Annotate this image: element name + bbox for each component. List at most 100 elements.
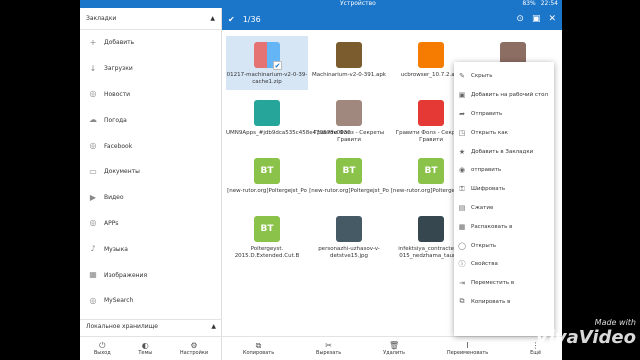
drawer-item-документы[interactable]: ▭ Документы (80, 159, 221, 185)
cut-icon: ✂ (325, 341, 332, 350)
collapse-icon[interactable]: ▲ (210, 15, 215, 22)
menu-item-extract[interactable]: ▦ Распаковать в (454, 217, 554, 236)
exit-icon: ⏻ (99, 341, 106, 350)
menu-item-label: Добавить на рабочий стол (471, 92, 549, 99)
bookmarks-header[interactable]: Закладки ▲ (80, 8, 221, 30)
torrent-icon: BT (254, 216, 280, 242)
check-icon[interactable]: ✔ (228, 15, 235, 24)
menu-item-open-as[interactable]: ◳ Открыть как (454, 123, 554, 142)
drawer-item-погода[interactable]: ☁ Погода (80, 107, 221, 133)
menu-item-send[interactable]: ➦ Отправить (454, 105, 554, 124)
checkbox[interactable]: ✔ (273, 61, 282, 70)
menu-item-hide[interactable]: ✎ Скрыть (454, 67, 554, 86)
drawer-item-facebook[interactable]: ◎ Facebook (80, 133, 221, 159)
file-name: Гравити Фолз - Секреты Гравити (313, 130, 385, 143)
drawer-item-label: Видео (104, 194, 124, 202)
file-item[interactable]: BT [new-rutor.org]Poltergejst_Po (226, 152, 308, 206)
archive-icon: ✔ (254, 42, 282, 70)
file-thumbnail (418, 42, 444, 68)
file-name: personazhi-uzhasov-v-detstve15.jpg (318, 246, 380, 259)
exit-button[interactable]: ⏻ Выход (94, 341, 111, 356)
drawer-item-label: Загрузки (104, 65, 133, 73)
open-as-icon: ◳ (458, 128, 466, 137)
menu-item-open[interactable]: ◯ Открыть (454, 236, 554, 255)
menu-item-label: Открыть (471, 242, 497, 249)
delete-button[interactable]: 🗑 Удалить (383, 341, 405, 356)
file-name: [new-rutor.org]Poltergejst_Po (227, 188, 307, 194)
watermark-brand: VivaVideo (535, 327, 636, 348)
drawer-bottom-label: Выход (93, 350, 111, 356)
theme-icon: ◐ (141, 341, 149, 350)
delete-icon: 🗑 (388, 341, 400, 350)
file-item[interactable]: Machinarium-v2-0-391.apk (308, 36, 390, 90)
selection-count: 1/36 (242, 14, 261, 24)
drawer-bottom-label: Темы (138, 350, 153, 356)
menu-item-bookmark[interactable]: ★ Добавить в Закладки (454, 142, 554, 161)
download-icon: ↓ (89, 63, 97, 73)
file-thumbnail (336, 100, 362, 126)
drawer-item-label: Погода (104, 116, 127, 124)
drawer-item-label: Facebook (104, 142, 133, 150)
drawer-item-музыка[interactable]: ♪ Музыка (80, 236, 221, 262)
encrypt-icon: ⚿ (459, 184, 465, 193)
images-icon: ▦ (89, 270, 97, 280)
drawer-item-изображения[interactable]: ▦ Изображения (80, 262, 221, 288)
drawer-item-загрузки[interactable]: ↓ Загрузки (80, 56, 221, 82)
drawer-item-mysearch[interactable]: ◎ MySearch (80, 288, 221, 314)
file-item[interactable]: UMN9Apps_#jdb9dca535c458e470578c0930 (226, 94, 351, 148)
menu-item-copy-to[interactable]: ⧉ Копировать в (454, 293, 554, 312)
action-label: Удалить (383, 350, 405, 356)
menu-item-encrypt[interactable]: ⚿ Шифровать (454, 180, 554, 199)
drawer-item-label: Документы (104, 168, 140, 176)
file-thumbnail (336, 42, 362, 68)
rename-button[interactable]: I Переименовать (447, 341, 488, 356)
copy-icon: ⧉ (255, 341, 262, 350)
properties-icon: ⓘ (458, 260, 466, 269)
apps-icon: ◎ (89, 218, 97, 228)
select-range-icon[interactable]: ▣ (532, 14, 541, 24)
clock: 22:54 (540, 0, 558, 7)
menu-item-add-desktop[interactable]: ▣ Добавить на рабочий стол (454, 86, 554, 105)
torrent-icon: BT (254, 158, 280, 184)
menu-item-label: Скрыть (471, 73, 493, 80)
close-selection-icon[interactable]: ✕ (548, 14, 556, 24)
news-icon: ◎ (89, 89, 97, 99)
drawer-item-label: Новости (104, 90, 131, 98)
copy-button[interactable]: ⧉ Копировать (243, 341, 274, 356)
facebook-icon: ◎ (89, 141, 97, 151)
menu-item-move[interactable]: ⇥ Переместить в (454, 274, 554, 293)
file-item[interactable]: BT Poltergeyst. 2015.D.Extended.Cut.B (226, 210, 308, 264)
watermark: Made with VivaVideo (496, 318, 636, 348)
action-label: Копировать (242, 350, 275, 356)
select-all-icon[interactable]: ⊙ (516, 14, 524, 24)
music-icon: ♪ (90, 244, 96, 254)
cut-button[interactable]: ✂ Вырезать (316, 341, 341, 356)
documents-icon: ▭ (89, 166, 97, 176)
menu-item-label: Копировать в (471, 298, 511, 305)
drawer-item-новости[interactable]: ◎ Новости (80, 82, 221, 108)
theme-button[interactable]: ◐ Темы (138, 341, 152, 356)
drawer-item-добавить[interactable]: + Добавить (80, 30, 221, 56)
settings-icon: ⚙ (190, 341, 198, 350)
file-item[interactable]: ✔ 01217-machinarium-v2-0-39-cache1.zip (226, 36, 308, 90)
menu-item-properties[interactable]: ⓘ Свойства (454, 255, 554, 274)
send-icon: ➦ (459, 109, 465, 118)
collapse-icon[interactable]: ▲ (211, 323, 216, 330)
hide-icon: ✎ (459, 72, 465, 81)
file-thumbnail (336, 216, 362, 242)
drawer-item-label: MySearch (104, 297, 134, 305)
local-storage-header[interactable]: Локальное хранилище ▲ (80, 319, 222, 333)
menu-item-compress[interactable]: ▤ Сжатие (454, 199, 554, 218)
settings-button[interactable]: ⚙ Настройки (180, 341, 208, 356)
drawer-item-apps[interactable]: ◎ APPs (80, 211, 221, 237)
bookmarks-title: Закладки (86, 15, 117, 22)
file-item[interactable]: BT [new-rutor.org]Poltergejst_Po (308, 152, 390, 206)
bookmark-list: + Добавить ↓ Загрузки ◎ Новости ☁ Погода ◎ Facebo… (80, 30, 221, 314)
menu-item-label: Переместить в (471, 280, 515, 287)
menu-item-send2[interactable]: ◉ отправить (454, 161, 554, 180)
local-storage-title: Локальное хранилище (86, 323, 158, 330)
file-item[interactable]: Гравити Фолз - Секреты Гравити (308, 94, 390, 148)
drawer-item-видео[interactable]: ▶ Видео (80, 185, 221, 211)
bookmark-icon: ★ (458, 147, 466, 156)
file-item[interactable]: personazhi-uzhasov-v-detstve15.jpg (308, 210, 390, 264)
